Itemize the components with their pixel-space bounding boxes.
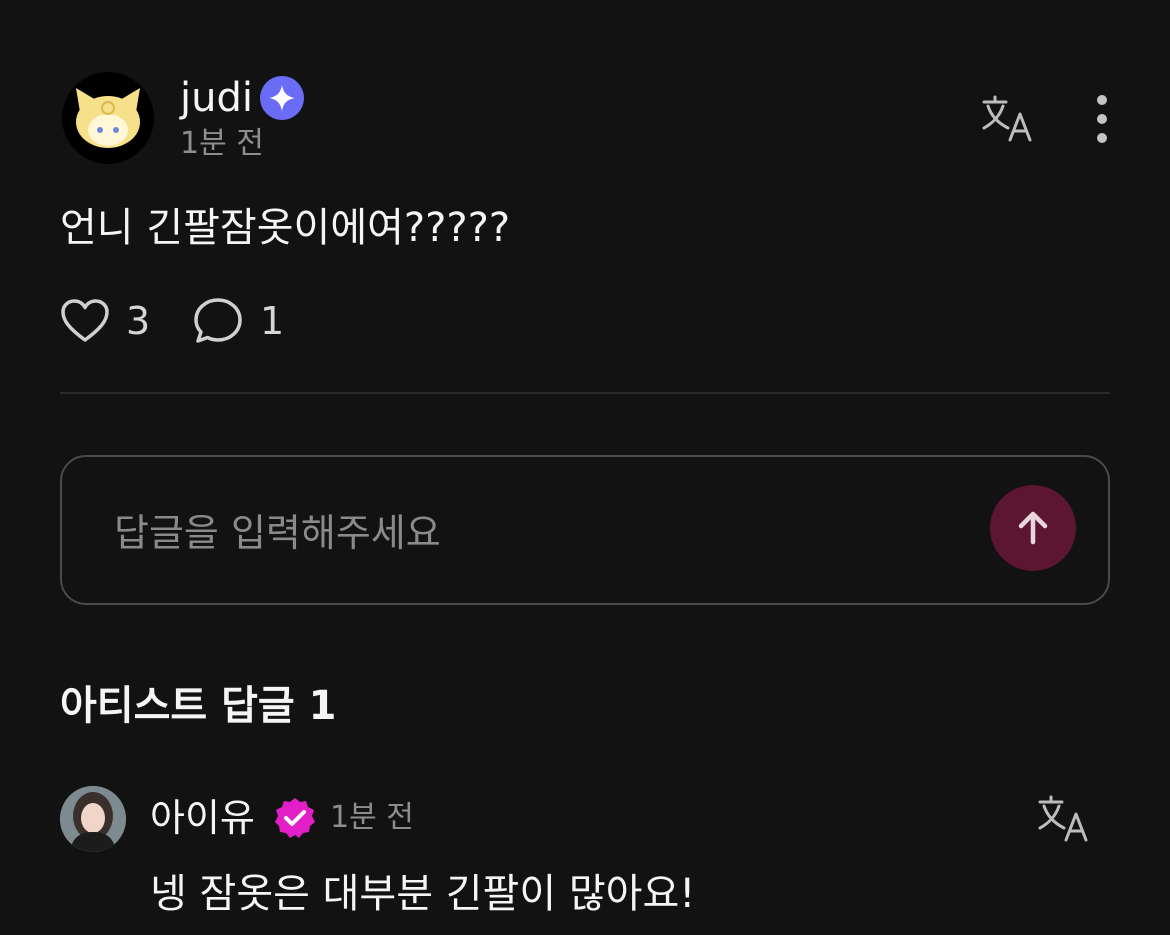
arrow-up-icon	[1018, 511, 1048, 545]
author-name[interactable]: judi	[180, 72, 253, 124]
translate-icon	[982, 95, 1032, 142]
reply-input[interactable]	[112, 497, 976, 569]
more-vertical-icon	[1097, 95, 1107, 143]
artist-name[interactable]: 아이유	[150, 794, 255, 842]
post-timestamp: 1분 전	[180, 126, 264, 161]
sparkle-badge-icon	[260, 76, 304, 120]
artist-translate-button[interactable]	[1036, 792, 1090, 846]
author-avatar[interactable]	[62, 72, 154, 164]
send-button[interactable]	[990, 485, 1076, 571]
divider	[60, 392, 1110, 394]
verified-badge-icon	[273, 796, 317, 840]
comment-bubble-icon	[194, 298, 242, 343]
comment-button[interactable]: 1	[192, 296, 284, 346]
artist-reply-timestamp: 1분 전	[330, 800, 414, 835]
more-options-button[interactable]	[1082, 92, 1122, 148]
translate-icon	[1038, 795, 1088, 842]
artist-replies-title: 아티스트 답글 1	[60, 683, 337, 729]
post-text: 언니 긴팔잠옷이에여?????	[60, 205, 511, 251]
artist-avatar[interactable]	[60, 786, 126, 852]
like-button[interactable]: 3	[60, 296, 150, 346]
comment-count: 1	[260, 299, 285, 343]
translate-button[interactable]	[980, 92, 1034, 146]
artist-reply-text: 넹 잠옷은 대부분 긴팔이 많아요!	[150, 871, 696, 917]
heart-icon	[61, 299, 109, 342]
like-count: 3	[126, 299, 151, 343]
reply-box	[60, 455, 1110, 605]
